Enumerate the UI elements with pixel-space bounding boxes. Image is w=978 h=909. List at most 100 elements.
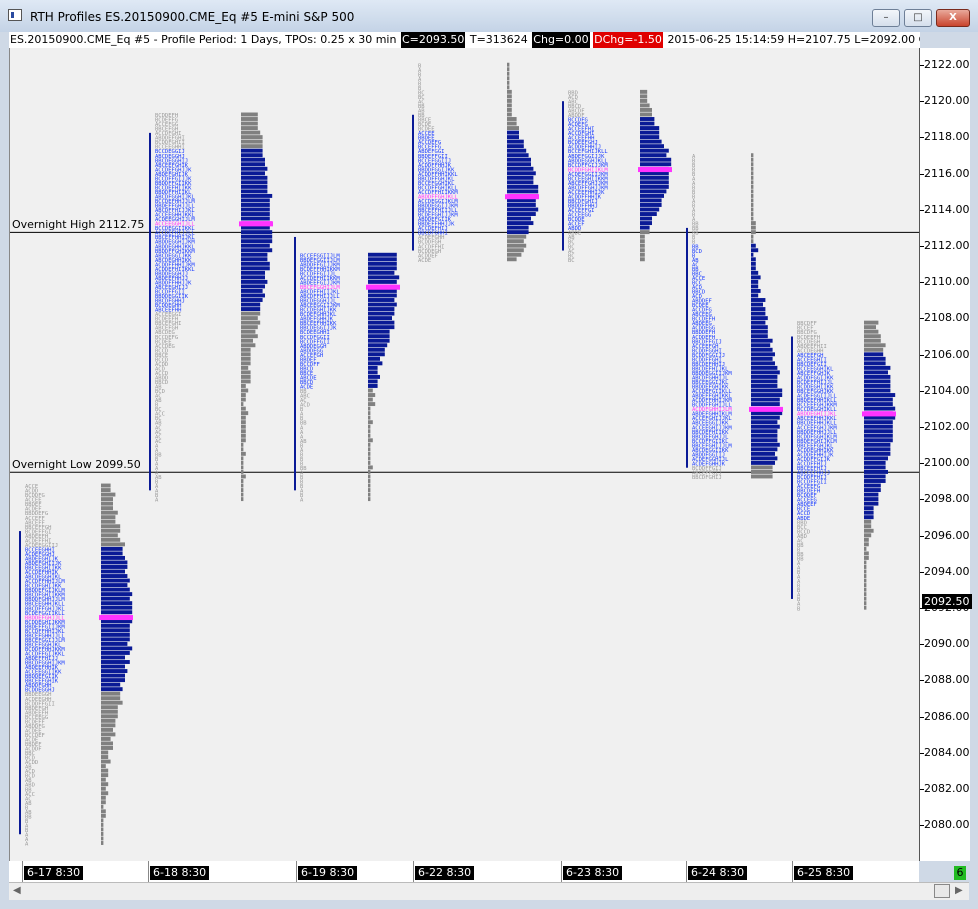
- profile-bar: [241, 406, 246, 411]
- profile-bar: [640, 162, 672, 167]
- profile-bar: [751, 465, 773, 470]
- profile-bar: [368, 424, 371, 429]
- profile-bar: [751, 474, 773, 479]
- profile-bar: [507, 103, 512, 108]
- profile-bar: [864, 555, 869, 560]
- profile-bar: [864, 402, 893, 407]
- symbol-info: ES.20150900.CME_Eq #5 - Profile Period: …: [10, 33, 397, 46]
- profile-bar: [640, 144, 664, 149]
- scroll-right-icon[interactable]: ▶: [955, 885, 963, 896]
- price-tick-label: 2116.00: [924, 166, 970, 180]
- session-profile[interactable]: BABABBAABAABBBBBBBACABDBCCDBCCBBDABDEACC…: [791, 320, 896, 613]
- tpo-row: ACCE: [25, 484, 38, 490]
- profile-bar: [241, 347, 251, 352]
- profile-bar: [241, 270, 265, 275]
- time-axis[interactable]: 6-17 8:30 6-18 8:30 6-19 8:30 6-22 8:30 6-23…: [9, 861, 919, 883]
- profile-bar: [507, 121, 517, 126]
- profile-bar: [751, 456, 778, 461]
- profile-bar: [864, 524, 872, 529]
- close-button[interactable]: X: [936, 9, 970, 27]
- profile-chart-canvas[interactable]: AAABABBBABBABACACCBBABDABBCDACDABACDDBCD…: [10, 48, 919, 861]
- profile-bar: [751, 207, 754, 212]
- profile-bar: [640, 184, 669, 189]
- profile-bar: [864, 384, 891, 388]
- profile-bar: [241, 365, 249, 370]
- session-profile[interactable]: BBCDFGHIJABCEFFGIJBCDDFFGIJACDEFGHHJKACD…: [686, 153, 783, 481]
- profile-bar: [640, 239, 645, 244]
- profile-bar: [101, 791, 109, 796]
- date-separator: [792, 861, 793, 883]
- profile-bar: [864, 460, 886, 465]
- profile-bar: [368, 343, 388, 348]
- profile-bar: [864, 546, 867, 551]
- profile-bar: [241, 288, 263, 293]
- price-axis[interactable]: 2122.00 2120.00 2118.00 2116.00 2114.00 2112.…: [919, 48, 970, 861]
- profile-bar: [241, 180, 268, 185]
- profile-bar: [864, 528, 874, 533]
- profile-bar: [864, 583, 867, 588]
- profile-bar: [751, 311, 766, 316]
- profile-bar: [101, 646, 133, 651]
- profile-bar: [101, 546, 123, 551]
- profile-bar: [241, 311, 261, 316]
- profile-bar: [864, 379, 891, 384]
- profile-bar: [640, 180, 669, 185]
- profile-bar: [640, 193, 664, 198]
- current-price-marker: 2092.50: [922, 594, 972, 609]
- profile-bar: [368, 329, 390, 334]
- session-profile[interactable]: ABAABABAAABBBAAACACACACABBCACCBCBABACBCD…: [149, 112, 273, 504]
- profile-bar: [864, 492, 879, 497]
- minimize-button[interactable]: –: [872, 9, 900, 27]
- profile-bar: [751, 166, 754, 171]
- profile-chart[interactable]: A A A B A B BB AB B AB AC ACC BB ABD AB BCD ACD AB ACDD BCD…: [9, 48, 919, 862]
- profile-bar: [101, 506, 113, 511]
- price-tick-label: 2120.00: [924, 94, 970, 108]
- session-profile[interactable]: BCBCACBCBCABABDEABDDACCEFBCDDEACCEEGGACC…: [562, 89, 672, 264]
- session-profile[interactable]: ABABBBABBBBBABABAAABBBABACDACABCBBACDEBB…: [294, 236, 400, 504]
- profile-bar: [864, 574, 867, 578]
- profile-bar: [101, 497, 113, 502]
- profile-bar: [640, 148, 669, 153]
- profile-bar: [751, 266, 756, 271]
- profile-bar: [864, 488, 881, 493]
- profile-bar: [507, 62, 510, 67]
- profile-bar: [751, 447, 778, 452]
- profile-bar: [640, 103, 650, 108]
- profile-bar: [368, 338, 390, 343]
- profile-bar: [640, 94, 648, 99]
- profile-bar: [101, 555, 125, 560]
- profile-bar: [507, 71, 510, 76]
- profile-bar: [751, 230, 756, 235]
- profile-bar: [751, 307, 766, 312]
- profile-bar: [241, 252, 268, 257]
- maximize-button[interactable]: □: [904, 9, 932, 27]
- profile-bar: [101, 777, 106, 782]
- profile-bar: [507, 216, 531, 221]
- profile-bar: [507, 180, 534, 185]
- profile-bar: [241, 216, 270, 221]
- profile-bar: [241, 442, 244, 447]
- profile-bar: [640, 121, 655, 126]
- session-profile[interactable]: ACDEACDDEFBCDDEGHACCDFFHIBCDDFGHACDEFGHH…: [412, 62, 539, 264]
- profile-bar: [640, 203, 662, 207]
- profile-bar: [751, 352, 775, 357]
- horizontal-scrollbar[interactable]: ◀ ▶: [9, 882, 969, 900]
- profile-bar: [640, 189, 667, 194]
- profile-bar: [101, 623, 130, 628]
- profile-bar: [368, 293, 397, 298]
- profile-bar: [751, 243, 756, 248]
- scroll-left-icon[interactable]: ◀: [13, 885, 21, 896]
- profile-bar: [640, 198, 662, 203]
- profile-bar: [751, 402, 780, 407]
- profile-bar: [241, 162, 265, 167]
- profile-bar: [241, 379, 251, 384]
- profile-bar: [751, 153, 754, 158]
- profile-bar: [368, 415, 371, 420]
- scroll-thumb[interactable]: [934, 884, 950, 898]
- profile-bar: [101, 601, 133, 606]
- profile-bar: [864, 506, 874, 511]
- profile-bar: [101, 664, 125, 669]
- session-profile[interactable]: AAABABBBABBABACACCBBABDABBCDACDABACDDBCD…: [19, 483, 133, 848]
- profile-bar: [241, 393, 246, 397]
- profile-bar: [751, 424, 780, 429]
